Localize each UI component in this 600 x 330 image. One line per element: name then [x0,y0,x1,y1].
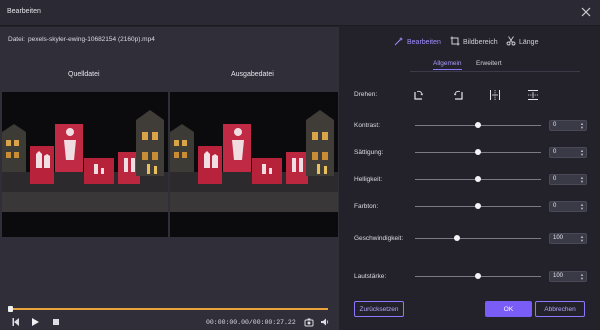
flip-vertical-icon[interactable] [526,88,540,102]
brightness-value: 0 [553,176,557,182]
volume-slider[interactable] [415,273,541,279]
file-info: Datei: pexels-skyler-ewing-10682154 (2160… [8,36,158,43]
tab-label: Länge [519,38,539,46]
contrast-value: 0 [553,122,557,128]
cancel-button[interactable]: Abbrechen [535,301,585,317]
tab-laenge[interactable]: Länge [506,36,538,48]
speed-value-stepper[interactable]: 100 ▲ ▼ [549,233,587,244]
preview-panel: Datei: pexels-skyler-ewing-10682154 (2160… [0,27,339,330]
hue-slider[interactable] [415,203,541,209]
subtab-divider [410,71,580,72]
progress-handle[interactable] [8,306,13,312]
saturation-value-stepper[interactable]: 0 ▲ ▼ [549,147,587,158]
speed-slider[interactable] [415,235,541,241]
source-label: Quelldatei [68,71,100,78]
contrast-value-stepper[interactable]: 0 ▲ ▼ [549,120,587,131]
playback-progress-bar[interactable] [8,306,328,312]
hue-label: Farbton: [354,203,379,210]
flip-horizontal-icon[interactable] [488,88,502,102]
stepper-arrows-icon[interactable]: ▲ ▼ [580,122,584,130]
volume-label: Lautstärke: [354,273,387,280]
tab-label: Bearbeiten [407,38,441,46]
rotate-left-icon[interactable] [451,88,465,102]
hue-value-stepper[interactable]: 0 ▲ ▼ [549,201,587,212]
stepper-arrows-icon[interactable]: ▲ ▼ [580,149,584,157]
file-label: Datei: [8,36,25,43]
rotate-right-icon[interactable] [412,88,426,102]
main-tabs: Bearbeiten Bildbereich Länge [340,27,600,55]
crop-icon [450,36,460,48]
volume-value: 100 [553,273,564,279]
speed-slider-handle[interactable] [453,235,460,241]
saturation-slider[interactable] [415,149,541,155]
stepper-arrows-icon[interactable]: ▲ ▼ [580,203,584,211]
rotate-label: Drehen: [354,91,378,98]
brightness-slider-handle[interactable] [475,176,481,182]
settings-panel: Bearbeiten Bildbereich Länge Allgemein E… [340,27,600,330]
saturation-value: 0 [553,149,557,155]
subtab-erweitert[interactable]: Erweitert [476,60,502,69]
play-icon[interactable] [28,315,42,329]
progress-fill [10,308,328,310]
speed-label: Geschwindigkeit: [354,235,404,242]
brightness-label: Helligkeit: [354,176,383,183]
timecode: 00:00:00.00/00:00:27.22 [206,319,296,326]
close-icon[interactable] [578,4,594,20]
file-name: pexels-skyler-ewing-10682154 (2160p).mp4 [27,36,155,43]
contrast-slider-handle[interactable] [475,122,481,128]
stepper-arrows-icon[interactable]: ▲ ▼ [580,273,584,281]
previous-frame-icon[interactable] [9,315,23,329]
stop-icon[interactable] [49,315,63,329]
volume-icon[interactable] [318,315,332,329]
contrast-slider[interactable] [415,122,541,128]
stepper-arrows-icon[interactable]: ▲ ▼ [580,235,584,243]
hue-value: 0 [553,203,557,209]
output-video [170,92,338,237]
brightness-value-stepper[interactable]: 0 ▲ ▼ [549,174,587,185]
window-title: Bearbeiten [7,8,41,15]
hue-slider-handle[interactable] [475,203,481,209]
contrast-label: Kontrast: [354,122,381,129]
saturation-slider-handle[interactable] [475,149,481,155]
speed-value: 100 [553,235,564,241]
saturation-label: Sättigung: [354,149,384,156]
output-label: Ausgabedatei [231,71,274,78]
volume-slider-handle[interactable] [475,273,481,279]
title-bar: Bearbeiten [0,0,600,26]
tab-bearbeiten[interactable]: Bearbeiten [394,36,441,48]
ok-button[interactable]: OK [485,301,532,317]
source-video [2,92,168,237]
tab-label: Bildbereich [463,38,498,46]
stepper-arrows-icon[interactable]: ▲ ▼ [580,176,584,184]
subtab-allgemein[interactable]: Allgemein [433,60,462,70]
brightness-slider[interactable] [415,176,541,182]
scissors-icon [506,36,516,48]
tab-bildbereich[interactable]: Bildbereich [450,36,498,48]
volume-value-stepper[interactable]: 100 ▲ ▼ [549,271,587,282]
snapshot-icon[interactable] [302,315,316,329]
magic-wand-icon [394,36,404,48]
reset-button[interactable]: Zurücksetzen [354,301,404,317]
